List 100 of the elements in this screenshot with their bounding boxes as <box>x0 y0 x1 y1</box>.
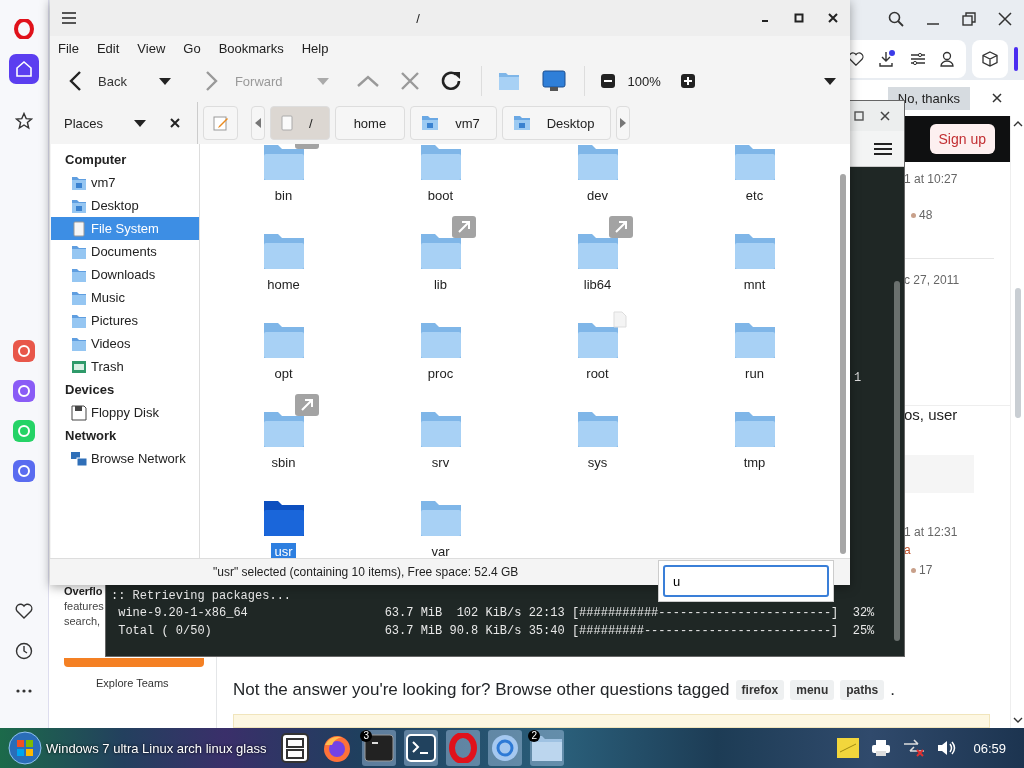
tag-link[interactable]: menu <box>790 680 835 700</box>
author-link[interactable]: a <box>904 543 1010 557</box>
window-title: / <box>415 10 421 26</box>
vote-count: 48 <box>919 208 933 222</box>
terminal-text: 1 <box>854 371 863 385</box>
file-name: sbin <box>270 454 297 471</box>
start-orb-icon[interactable] <box>8 731 42 765</box>
selected-folder-icon[interactable] <box>262 499 305 537</box>
file-name: boot <box>426 187 455 204</box>
promo-text: features <box>64 599 104 614</box>
file-name: lib <box>433 276 448 293</box>
close-icon[interactable] <box>992 93 1002 103</box>
scroll-down-icon[interactable] <box>1012 716 1023 724</box>
file-name: run <box>744 365 765 382</box>
folder-icon <box>71 243 87 260</box>
sidebar-tab[interactable] <box>1014 47 1018 71</box>
person-icon[interactable] <box>940 51 954 67</box>
note-icon[interactable] <box>837 738 860 758</box>
sign-up-button[interactable]: Sign up <box>929 124 995 154</box>
section-heading: Devices <box>64 381 116 399</box>
path-button[interactable]: Desktop <box>501 106 612 140</box>
restore-icon[interactable] <box>962 12 976 26</box>
search-icon[interactable] <box>888 11 904 27</box>
file-name: tmp <box>742 454 767 471</box>
maximize-icon[interactable] <box>794 13 804 23</box>
sidebar-item[interactable]: vm7 <box>51 171 199 194</box>
file-name: opt <box>273 365 294 382</box>
menu-item[interactable]: Go <box>183 40 201 56</box>
file-name: mnt <box>742 276 767 293</box>
heart-icon[interactable] <box>848 51 864 67</box>
volume-icon[interactable] <box>937 739 958 757</box>
stop-icon[interactable] <box>400 72 419 90</box>
close-icon[interactable] <box>170 118 180 128</box>
taskbar-terminal-icon[interactable] <box>404 730 439 766</box>
caret-icon[interactable] <box>158 77 171 85</box>
menu-item[interactable]: Help <box>301 40 329 56</box>
close-icon[interactable] <box>880 111 890 121</box>
close-icon[interactable] <box>998 12 1012 26</box>
network-disconnected-icon[interactable] <box>903 739 926 757</box>
status-text: "usr" selected (containing 10 items), Free space: 52.4 GB <box>213 565 519 579</box>
menu-item[interactable]: File <box>58 40 79 56</box>
tag-link[interactable]: paths <box>840 680 885 700</box>
scroll-left-button[interactable] <box>251 106 265 140</box>
tag-link[interactable]: firefox <box>735 680 785 700</box>
folder-icon <box>71 197 87 214</box>
file-name: var <box>430 543 451 558</box>
timestamp-text: 1 at 10:27 <box>904 172 959 186</box>
taskbar-folder-icon[interactable]: 2 <box>530 730 565 766</box>
scrollbar[interactable] <box>1010 116 1024 728</box>
left-arrow-icon <box>255 118 261 128</box>
scrollbar[interactable] <box>894 281 900 641</box>
zoom-in-icon[interactable] <box>680 74 695 88</box>
sidebar-item[interactable]: Music <box>51 286 199 309</box>
folder-icon <box>71 335 87 352</box>
sidebar-item[interactable]: Trash <box>51 355 199 378</box>
sliders-icon[interactable] <box>910 52 926 66</box>
sidebar-item[interactable]: Browse Network <box>51 447 199 470</box>
sidebar-item[interactable]: Videos <box>51 332 199 355</box>
menu-icon[interactable] <box>874 141 892 156</box>
cube-icon[interactable] <box>982 51 998 67</box>
back-button[interactable]: Back <box>98 73 127 89</box>
taskbar-terminal-icon[interactable]: 3 <box>362 730 397 766</box>
home-icon[interactable] <box>9 54 39 84</box>
count-badge: 3 <box>360 730 373 742</box>
sidebar-item[interactable]: Desktop <box>51 194 199 217</box>
sidebar-item[interactable]: Documents <box>51 240 199 263</box>
folder-icon <box>71 266 87 283</box>
explore-teams-link[interactable]: Explore Teams <box>96 677 216 689</box>
content-block <box>904 455 974 493</box>
dot-icon <box>911 212 916 218</box>
printer-icon[interactable] <box>871 739 892 757</box>
places-label: Places <box>64 115 105 131</box>
path-button[interactable]: / <box>270 106 330 140</box>
file-name: dev <box>586 187 609 204</box>
sidebar-item[interactable]: Floppy Disk <box>51 401 199 424</box>
scrollbar[interactable] <box>836 144 850 558</box>
sidebar-item[interactable]: Pictures <box>51 309 199 332</box>
download-icon[interactable] <box>878 50 896 68</box>
timestamp-text: 1 at 12:31 <box>904 525 959 539</box>
menu-icon[interactable] <box>62 12 76 24</box>
close-icon[interactable] <box>828 13 838 23</box>
zoom-level: 100% <box>627 73 661 89</box>
path-button[interactable]: home <box>334 106 406 140</box>
scroll-up-icon[interactable] <box>1012 120 1023 128</box>
sidebar-item[interactable]: Downloads <box>51 263 199 286</box>
folder-icon <box>71 312 87 329</box>
zoom-out-icon[interactable] <box>600 74 615 88</box>
terminal-line: wine-9.20-1-x86_64 63.7 MiB 102 KiB/s 22:13 [###########------------------------] 32% <box>117 605 876 622</box>
caret-icon[interactable] <box>824 77 836 85</box>
menu-item[interactable]: Bookmarks <box>218 40 284 56</box>
menu-item[interactable]: Edit <box>96 40 120 56</box>
edit-icon <box>212 115 229 131</box>
taskbar-chromium-icon[interactable] <box>488 730 523 766</box>
scroll-right-button[interactable] <box>616 106 631 140</box>
computer-icon[interactable] <box>541 70 566 92</box>
search-field[interactable]: u <box>663 565 829 597</box>
path-button[interactable]: vm7 <box>410 106 497 140</box>
caret-icon[interactable] <box>134 119 146 127</box>
menu-item[interactable]: View <box>137 40 166 56</box>
dot-icon <box>911 567 916 573</box>
